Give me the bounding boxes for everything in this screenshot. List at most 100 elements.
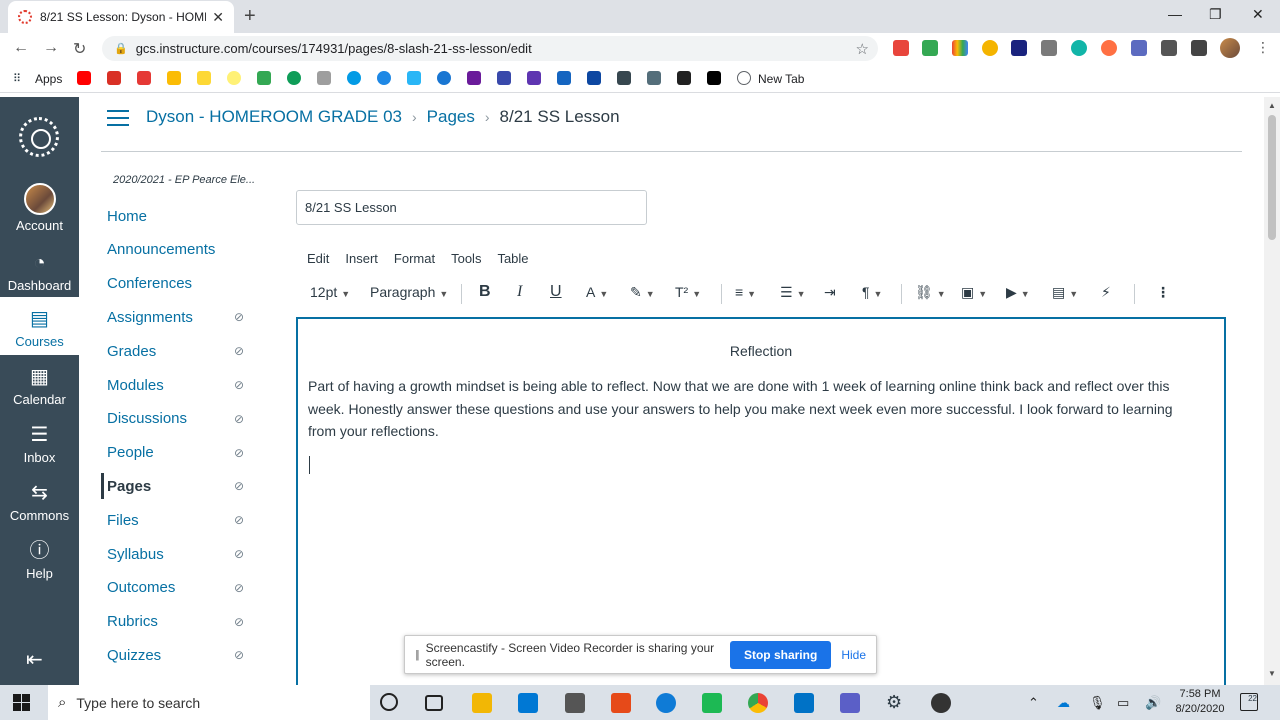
block-format-select[interactable]: Paragraph ▼ [370,284,448,300]
close-tab-icon[interactable]: ✕ [212,9,224,26]
microphone-icon[interactable]: 🎙 [1089,695,1106,711]
store-icon[interactable] [565,693,585,713]
minimize-icon[interactable]: — [1168,6,1182,22]
windows-start-icon[interactable] [13,694,30,711]
extension-icon[interactable] [982,40,998,56]
extension-icon[interactable] [1101,40,1117,56]
bookmark-icon[interactable] [617,71,631,85]
rich-content-editor[interactable]: Reflection Part of having a growth minds… [296,317,1226,685]
task-view-icon[interactable] [425,695,443,711]
scroll-up-icon[interactable]: ▲ [1268,101,1276,110]
apps-bookmark[interactable]: Apps [35,72,62,86]
new-tab-bookmark[interactable]: New Tab [758,72,804,86]
document-icon[interactable]: ▤ ▼ [1052,284,1078,301]
underline-icon[interactable]: U [550,283,562,301]
reload-icon[interactable]: ↻ [73,39,86,59]
course-nav-item-announcements[interactable]: Announcements [107,238,247,262]
font-size-select[interactable]: 12pt ▼ [310,284,350,300]
list-icon[interactable]: ☰ ▼ [780,284,805,301]
collapse-nav-icon[interactable]: ⇤ [26,647,43,672]
bookmark-icon[interactable] [167,71,181,85]
app-icon[interactable] [931,693,951,713]
menu-format[interactable]: Format [394,251,435,266]
scroll-down-icon[interactable]: ▼ [1268,669,1276,678]
mail-icon[interactable] [518,693,538,713]
apps-grid-icon[interactable]: ⠿ [13,72,27,86]
close-window-icon[interactable]: ✕ [1252,6,1264,23]
global-nav-dashboard[interactable]: ◔ Dashboard [0,251,79,293]
breadcrumb-pages[interactable]: Pages [427,107,475,127]
extension-icon[interactable] [1011,40,1027,56]
cortana-icon[interactable] [380,693,398,711]
course-nav-item-conferences[interactable]: Conferences [107,272,247,296]
course-nav-item-files[interactable]: Files ⊘ [107,508,247,532]
file-explorer-icon[interactable] [472,693,492,713]
youtube-bookmark-icon[interactable] [77,71,91,85]
bookmark-icon[interactable] [437,71,451,85]
text-direction-icon[interactable]: ¶ ▼ [862,284,882,300]
taskbar-clock[interactable]: 7:58 PM 8/20/2020 [1168,687,1232,717]
extension-icon[interactable] [952,40,968,56]
extension-icon[interactable] [1131,40,1147,56]
onedrive-icon[interactable]: ☁ [1057,695,1070,711]
menu-tools[interactable]: Tools [451,251,481,266]
outlook-icon[interactable] [794,693,814,713]
bold-icon[interactable]: B [479,283,491,301]
new-tab-icon[interactable]: + [244,6,256,26]
bookmark-icon[interactable] [557,71,571,85]
spotify-icon[interactable] [702,693,722,713]
back-icon[interactable]: ← [13,39,29,57]
global-nav-commons[interactable]: ⇆ Commons [0,481,79,523]
stop-sharing-button[interactable]: Stop sharing [729,640,832,669]
bookmark-star-icon[interactable]: ☆ [856,40,869,58]
office-icon[interactable] [611,693,631,713]
scroll-thumb[interactable] [1268,115,1276,240]
canvas-logo-icon[interactable] [19,117,59,157]
browser-tab[interactable]: 8/21 SS Lesson: Dyson - HOMEROOM GRADE 0… [8,1,234,33]
menu-edit[interactable]: Edit [307,251,329,266]
page-title-input[interactable] [296,190,647,225]
extension-icon[interactable] [1161,40,1177,56]
bookmark-icon[interactable] [287,71,301,85]
bookmark-icon[interactable] [317,71,331,85]
extension-icon[interactable] [1041,40,1057,56]
bookmark-icon[interactable] [227,71,241,85]
chrome-menu-icon[interactable]: ⋮ [1256,39,1270,56]
bookmark-icon[interactable] [497,71,511,85]
menu-table[interactable]: Table [497,251,528,266]
course-nav-item-home[interactable]: Home [107,204,247,228]
more-options-icon[interactable]: ⋮ [1156,284,1170,301]
bookmark-icon[interactable] [197,71,211,85]
menu-insert[interactable]: Insert [345,251,378,266]
course-nav-item-people[interactable]: People ⊘ [107,441,247,465]
apps-plug-icon[interactable]: ⚡ [1101,284,1111,301]
global-nav-calendar[interactable]: ▦ Calendar [0,365,79,407]
extension-icon[interactable] [1071,40,1087,56]
edge-icon[interactable] [656,693,676,713]
course-nav-item-rubrics[interactable]: Rubrics ⊘ [107,610,247,634]
bookmark-icon[interactable] [707,71,721,85]
course-menu-toggle[interactable] [107,110,129,126]
global-nav-inbox[interactable]: ☰ Inbox [0,423,79,465]
bookmark-icon[interactable] [467,71,481,85]
global-nav-help[interactable]: ⓘ Help [0,539,79,581]
google-drive-bookmark-icon[interactable] [257,71,271,85]
drag-handle-icon[interactable]: ||| [415,649,419,661]
teams-icon[interactable] [840,693,860,713]
text-color-icon[interactable]: A ▼ [586,284,608,300]
bookmark-icon[interactable] [377,71,391,85]
course-nav-item-pages[interactable]: Pages ⊘ [107,474,247,498]
taskbar-search[interactable]: ⌕ Type here to search [48,685,370,720]
hide-button[interactable]: Hide [841,648,866,662]
address-bar[interactable]: 🔒 gcs.instructure.com/courses/174931/pag… [102,36,878,61]
global-nav-account[interactable]: Account [0,183,79,233]
bookmark-icon[interactable] [587,71,601,85]
notification-center-icon[interactable]: 22 [1240,693,1258,711]
bookmark-icon[interactable] [107,71,121,85]
volume-icon[interactable]: 🔊 [1145,695,1161,711]
global-nav-courses[interactable]: ▤ Courses [0,297,79,355]
page-scrollbar[interactable]: ▲ ▼ [1264,97,1280,685]
course-nav-item-modules[interactable]: Modules ⊘ [107,373,247,397]
bookmark-icon[interactable] [527,71,541,85]
bookmark-icon[interactable] [647,71,661,85]
